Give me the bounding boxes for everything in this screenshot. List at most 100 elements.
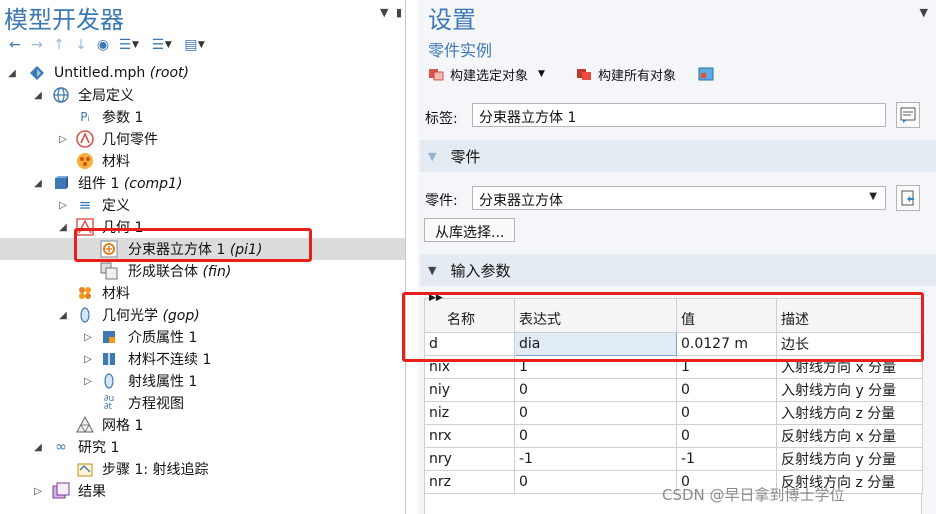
tree-node-tag: (gop) xyxy=(162,308,200,324)
param-value-cell: 0 xyxy=(676,378,777,402)
collapse-triangle-icon[interactable]: ◢ xyxy=(32,90,44,101)
part-section-header[interactable]: ▼ 零件 xyxy=(420,140,936,172)
column-header-description[interactable]: 描述 xyxy=(776,298,923,333)
param-value-cell: 0 xyxy=(676,401,777,425)
column-header-name[interactable]: ▶▶ 名称 xyxy=(424,293,515,333)
collapse-triangle-icon[interactable]: ◢ xyxy=(57,222,69,233)
section-toggle-icon[interactable]: ▼ xyxy=(428,264,436,277)
table-row[interactable]: nix 1 1 入射线方向 x 分量 xyxy=(424,355,923,379)
param-name-cell: nix xyxy=(424,355,515,379)
tree-node-study[interactable]: ◢ ∞ 研究 1 xyxy=(0,436,405,458)
forward-arrow-icon[interactable]: → xyxy=(26,37,48,53)
table-row[interactable]: niy 0 0 入射线方向 y 分量 xyxy=(424,378,923,402)
expand-columns-icon[interactable]: ▶▶ xyxy=(429,293,443,303)
input-params-section-header[interactable]: ▼ 输入参数 xyxy=(420,254,936,286)
tree-node-root[interactable]: ◢ Untitled.mph (root) xyxy=(0,62,405,84)
tree-node-parameters[interactable]: Pᵢ 参数 1 xyxy=(0,106,405,128)
tree-node-mesh[interactable]: 网格 1 xyxy=(0,414,405,436)
study-icon: ∞ xyxy=(55,439,67,455)
tree-node-part-instance[interactable]: 分束器立方体 1 (pi1) xyxy=(0,238,405,260)
materials-icon xyxy=(76,152,94,170)
collapse-triangle-icon[interactable]: ◢ xyxy=(32,442,44,453)
graphics-icon xyxy=(698,67,714,81)
tree-node-label: 几何 1 xyxy=(102,220,144,236)
param-expression-cell[interactable]: 0 xyxy=(514,378,677,402)
tree-node-geometrical-optics[interactable]: ◢ 几何光学 (gop) xyxy=(0,304,405,326)
expand-triangle-icon[interactable]: ▷ xyxy=(57,134,69,145)
expand-triangle-icon[interactable]: ▷ xyxy=(82,354,94,365)
param-description-cell: 入射线方向 x 分量 xyxy=(776,355,923,379)
geometry-icon xyxy=(76,218,94,236)
tree-node-label: 材料不连续 1 xyxy=(128,352,212,368)
show-icon[interactable]: ◉ xyxy=(92,37,114,53)
build-selected-button[interactable]: 构建选定对象 ▼ xyxy=(428,64,545,84)
tree-node-ray-properties[interactable]: ▷ 射线属性 1 xyxy=(0,370,405,392)
part-select[interactable]: 分束器立方体 ▼ xyxy=(472,186,886,210)
expand-triangle-icon[interactable]: ▷ xyxy=(82,376,94,387)
param-description-cell: 入射线方向 y 分量 xyxy=(776,378,923,402)
tree-node-results[interactable]: ▷ 结果 xyxy=(0,480,405,502)
table-header-row: ▶▶ 名称 表达式 值 描述 xyxy=(424,293,923,333)
section-toggle-icon[interactable]: ▼ xyxy=(428,150,436,163)
param-expression-cell[interactable]: -1 xyxy=(514,447,677,471)
param-expression-cell[interactable]: 1 xyxy=(514,355,677,379)
tree-node-component-materials[interactable]: 材料 xyxy=(0,282,405,304)
table-row[interactable]: niz 0 0 入射线方向 z 分量 xyxy=(424,401,923,425)
expand-sections-dropdown-icon[interactable]: ▼ xyxy=(132,40,139,50)
back-arrow-icon[interactable]: ← xyxy=(4,37,26,53)
column-header-expression[interactable]: 表达式 xyxy=(514,298,677,333)
column-header-label: 名称 xyxy=(447,312,475,328)
tree-node-component[interactable]: ◢ 组件 1 (comp1) xyxy=(0,172,405,194)
tree-node-label: 步骤 1: 射线追踪 xyxy=(102,462,209,478)
tree-node-label: 组件 1 xyxy=(78,176,120,192)
tree-node-geometry-parts[interactable]: ▷ 几何零件 xyxy=(0,128,405,150)
param-expression-cell[interactable]: 0 xyxy=(514,470,677,494)
build-selected-dropdown-icon[interactable]: ▼ xyxy=(538,69,545,79)
expand-triangle-icon[interactable]: ▷ xyxy=(82,332,94,343)
column-header-value[interactable]: 值 xyxy=(676,298,777,333)
param-expression-cell[interactable]: 0 xyxy=(514,424,677,448)
tree-node-definitions[interactable]: ▷ ≡ 定义 xyxy=(0,194,405,216)
definitions-icon: ≡ xyxy=(78,196,92,214)
collapse-sections-dropdown-icon[interactable]: ▼ xyxy=(165,40,172,50)
dropdown-arrow-icon[interactable]: ▼ xyxy=(869,191,877,202)
table-row[interactable]: nrx 0 0 反射线方向 x 分量 xyxy=(424,424,923,448)
param-expression-cell[interactable]: 0 xyxy=(514,401,677,425)
param-name-cell: nrx xyxy=(424,424,515,448)
table-row[interactable]: d dia 0.0127 m 边长 xyxy=(424,332,923,356)
panel-menu-icon[interactable]: ▼ xyxy=(380,6,388,19)
tree-node-label: 参数 1 xyxy=(102,110,144,126)
expand-triangle-icon[interactable]: ▷ xyxy=(57,200,69,211)
build-selected-icon xyxy=(429,69,444,81)
label-info-button[interactable] xyxy=(896,102,920,128)
tree-node-material-discontinuity[interactable]: ▷ 材料不连续 1 xyxy=(0,348,405,370)
tree-node-geometry[interactable]: ◢ 几何 1 xyxy=(0,216,405,238)
tree-node-study-step[interactable]: 步骤 1: 射线追踪 xyxy=(0,458,405,480)
expand-triangle-icon[interactable]: ▷ xyxy=(32,486,44,497)
collapse-triangle-icon[interactable]: ◢ xyxy=(6,68,18,79)
panel-menu-icon[interactable]: ▼ xyxy=(920,6,928,19)
table-row[interactable]: nry -1 -1 反射线方向 y 分量 xyxy=(424,447,923,471)
label-input[interactable]: 分束器立方体 1 xyxy=(472,103,886,127)
go-to-source-button[interactable] xyxy=(896,185,920,211)
tree-view-dropdown-icon[interactable]: ▼ xyxy=(198,40,205,50)
tree-node-global-materials[interactable]: 材料 xyxy=(0,150,405,172)
param-value-cell: 0 xyxy=(676,424,777,448)
param-name-cell: nry xyxy=(424,447,515,471)
tree-node-equation-view[interactable]: ∂u ∂t 方程视图 xyxy=(0,392,405,414)
tree-node-form-union[interactable]: 形成联合体 (fin) xyxy=(0,260,405,282)
tree-node-global-definitions[interactable]: ◢ 全局定义 xyxy=(0,84,405,106)
graphics-button[interactable] xyxy=(698,64,720,84)
parameter-icon: Pᵢ xyxy=(80,110,90,124)
study-step-icon xyxy=(76,460,94,478)
param-expression-cell[interactable]: dia xyxy=(514,332,677,356)
mesh-icon xyxy=(76,416,94,434)
tree-node-medium-properties[interactable]: ▷ 介质属性 1 xyxy=(0,326,405,348)
move-up-icon[interactable]: ↑ xyxy=(48,37,70,53)
collapse-triangle-icon[interactable]: ◢ xyxy=(57,310,69,321)
select-from-library-button[interactable]: 从库选择... xyxy=(424,218,516,242)
collapse-triangle-icon[interactable]: ◢ xyxy=(32,178,44,189)
move-down-icon[interactable]: ↓ xyxy=(70,37,92,53)
pin-icon[interactable]: ▮ xyxy=(396,6,402,19)
build-all-button[interactable]: 构建所有对象 xyxy=(576,64,676,84)
